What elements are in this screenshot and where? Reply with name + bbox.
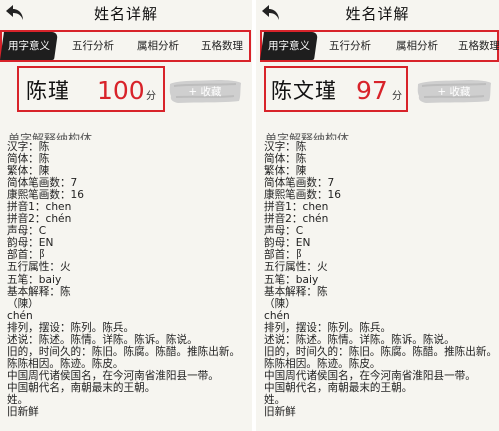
detail-line: 姓。 xyxy=(7,393,29,406)
detail-line: 繁体：陳 xyxy=(264,165,307,178)
detail-line: 韵母：EN xyxy=(264,237,311,250)
tab-character-meaning[interactable]: 用字意义 xyxy=(0,32,58,60)
detail-line: 声母：C xyxy=(264,225,304,238)
score-value: 100 xyxy=(97,76,145,105)
tab-bar: 用字意义 五行分析 属相分析 五格数理 xyxy=(260,30,499,62)
detail-line: 中国周代诸侯国名，在今河南省淮阳县一带。 xyxy=(264,369,476,382)
tab-zodiac[interactable]: 属相分析 xyxy=(396,32,438,60)
tab-bar: 用字意义 五行分析 属相分析 五格数理 xyxy=(0,30,251,62)
name-text: 陈瑾 xyxy=(26,79,70,103)
detail-line: 简体：陈 xyxy=(7,153,50,166)
detail-line: 排列，摆设：陈列。陈兵。 xyxy=(7,321,135,334)
character-details-list: 汉字：陈 简体：陈 繁体：陳 简体笔画数：7 康熙笔画数：16 拼音1：chen 拼音2：c… xyxy=(264,141,498,418)
detail-line: 拼音2：chén xyxy=(264,213,329,226)
detail-line: 部首：阝 xyxy=(264,249,307,262)
detail-line: 基本解释：陈 xyxy=(7,285,71,298)
detail-line: 中国朝代名，南朝最末的王朝。 xyxy=(264,381,413,394)
detail-line: 汉字：陈 xyxy=(264,141,307,153)
section-title: 单字解释纳构体 xyxy=(265,132,350,140)
section-title: 单字解释纳构体 xyxy=(8,132,93,140)
detail-line: 繁体：陳 xyxy=(7,165,50,178)
detail-line: 康熙笔画数：16 xyxy=(264,189,342,202)
detail-line: 五笔：baiy xyxy=(264,273,319,286)
tab-five-elements[interactable]: 五行分析 xyxy=(329,32,371,60)
character-details-list: 汉字：陈 简体：陈 繁体：陳 简体笔画数：7 康熙笔画数：16 拼音1：chen 拼音2：c… xyxy=(7,141,251,418)
favorite-button[interactable]: + 收藏 xyxy=(168,78,242,104)
detail-line: 旧新鲜 xyxy=(264,406,296,419)
detail-line: 述说：陈述。陈情。详陈。陈诉。陈说。 xyxy=(7,333,198,346)
tab-zodiac[interactable]: 属相分析 xyxy=(137,32,179,60)
detail-line: 旧的，时间久的：陈旧。陈腐。陈醋。推陈出新。 xyxy=(264,345,498,358)
header: 姓名详解 xyxy=(256,0,499,26)
detail-line: 陈陈相因。陈迹。陈皮。 xyxy=(7,357,124,370)
detail-line: （陳） xyxy=(7,297,39,310)
detail-line: 简体笔画数：7 xyxy=(264,177,335,190)
detail-line: （陳） xyxy=(264,297,296,310)
detail-line: 排列，摆设：陈列。陈兵。 xyxy=(264,321,392,334)
detail-line: 康熙笔画数：16 xyxy=(7,189,85,202)
tab-five-grids[interactable]: 五格数理 xyxy=(201,32,243,60)
detail-line: 拼音1：chen xyxy=(264,201,329,214)
detail-line: 基本解释：陈 xyxy=(264,285,328,298)
detail-line: 旧的，时间久的：陈旧。陈腐。陈醋。推陈出新。 xyxy=(7,345,241,358)
favorite-label: + 收藏 xyxy=(188,86,222,98)
detail-line: chén xyxy=(7,309,33,322)
detail-line: 韵母：EN xyxy=(7,237,54,250)
detail-line: 简体：陈 xyxy=(264,153,307,166)
score-value: 97 xyxy=(356,76,388,105)
detail-line: 简体笔画数：7 xyxy=(7,177,78,190)
detail-line: 姓。 xyxy=(264,393,286,406)
detail-line: 拼音2：chén xyxy=(7,213,72,226)
name-score-box: 陈瑾 100 分 xyxy=(17,66,165,112)
detail-line: 五行属性：火 xyxy=(264,261,328,274)
score-unit: 分 xyxy=(392,91,402,102)
detail-line: 陈陈相因。陈迹。陈皮。 xyxy=(264,357,381,370)
favorite-label: + 收藏 xyxy=(437,86,471,98)
page-title: 姓名详解 xyxy=(345,5,410,23)
detail-line: 中国周代诸侯国名，在今河南省淮阳县一带。 xyxy=(7,369,219,382)
header: 姓名详解 xyxy=(0,0,252,26)
detail-line: 中国朝代名，南朝最末的王朝。 xyxy=(7,381,156,394)
name-text: 陈文瑾 xyxy=(271,79,337,103)
tab-five-elements[interactable]: 五行分析 xyxy=(72,32,114,60)
detail-line: 拼音1：chen xyxy=(7,201,72,214)
detail-line: 部首：阝 xyxy=(7,249,50,262)
score-unit: 分 xyxy=(146,91,156,102)
tab-character-meaning[interactable]: 用字意义 xyxy=(260,32,318,60)
screen-left: 姓名详解 用字意义 五行分析 属相分析 五格数理 陈瑾 100 分 + 收藏 单… xyxy=(0,0,252,431)
page-title: 姓名详解 xyxy=(93,5,158,23)
screen-right: 姓名详解 用字意义 五行分析 属相分析 五格数理 陈文瑾 97 分 + 收藏 单… xyxy=(256,0,499,431)
name-score-box: 陈文瑾 97 分 xyxy=(264,66,408,112)
detail-line: 述说：陈述。陈情。详陈。陈诉。陈说。 xyxy=(264,333,455,346)
detail-line: 五行属性：火 xyxy=(7,261,71,274)
favorite-button[interactable]: + 收藏 xyxy=(416,78,492,104)
detail-line: 汉字：陈 xyxy=(7,141,50,153)
detail-line: 声母：C xyxy=(7,225,47,238)
detail-line: 五笔：baiy xyxy=(7,273,62,286)
detail-line: 旧新鲜 xyxy=(7,406,39,419)
tab-five-grids[interactable]: 五格数理 xyxy=(458,32,499,60)
detail-line: chén xyxy=(264,309,290,322)
